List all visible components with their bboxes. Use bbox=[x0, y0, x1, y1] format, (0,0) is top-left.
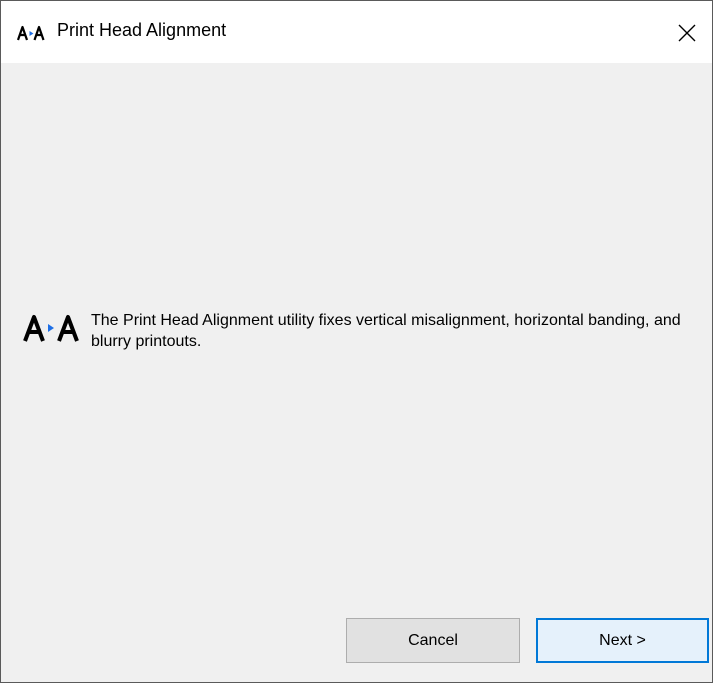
print-head-alignment-dialog: Print Head Alignment The Print Head Alig… bbox=[0, 0, 713, 683]
title-bar: Print Head Alignment bbox=[1, 1, 712, 63]
description-text: The Print Head Alignment utility fixes v… bbox=[91, 312, 681, 350]
close-button[interactable] bbox=[665, 13, 709, 53]
next-button[interactable]: Next > bbox=[536, 618, 709, 663]
window-title: Print Head Alignment bbox=[57, 20, 227, 40]
cancel-button[interactable]: Cancel bbox=[346, 618, 520, 663]
print-head-alignment-icon bbox=[23, 315, 79, 342]
close-icon bbox=[678, 24, 696, 42]
print-head-alignment-icon bbox=[17, 25, 45, 41]
